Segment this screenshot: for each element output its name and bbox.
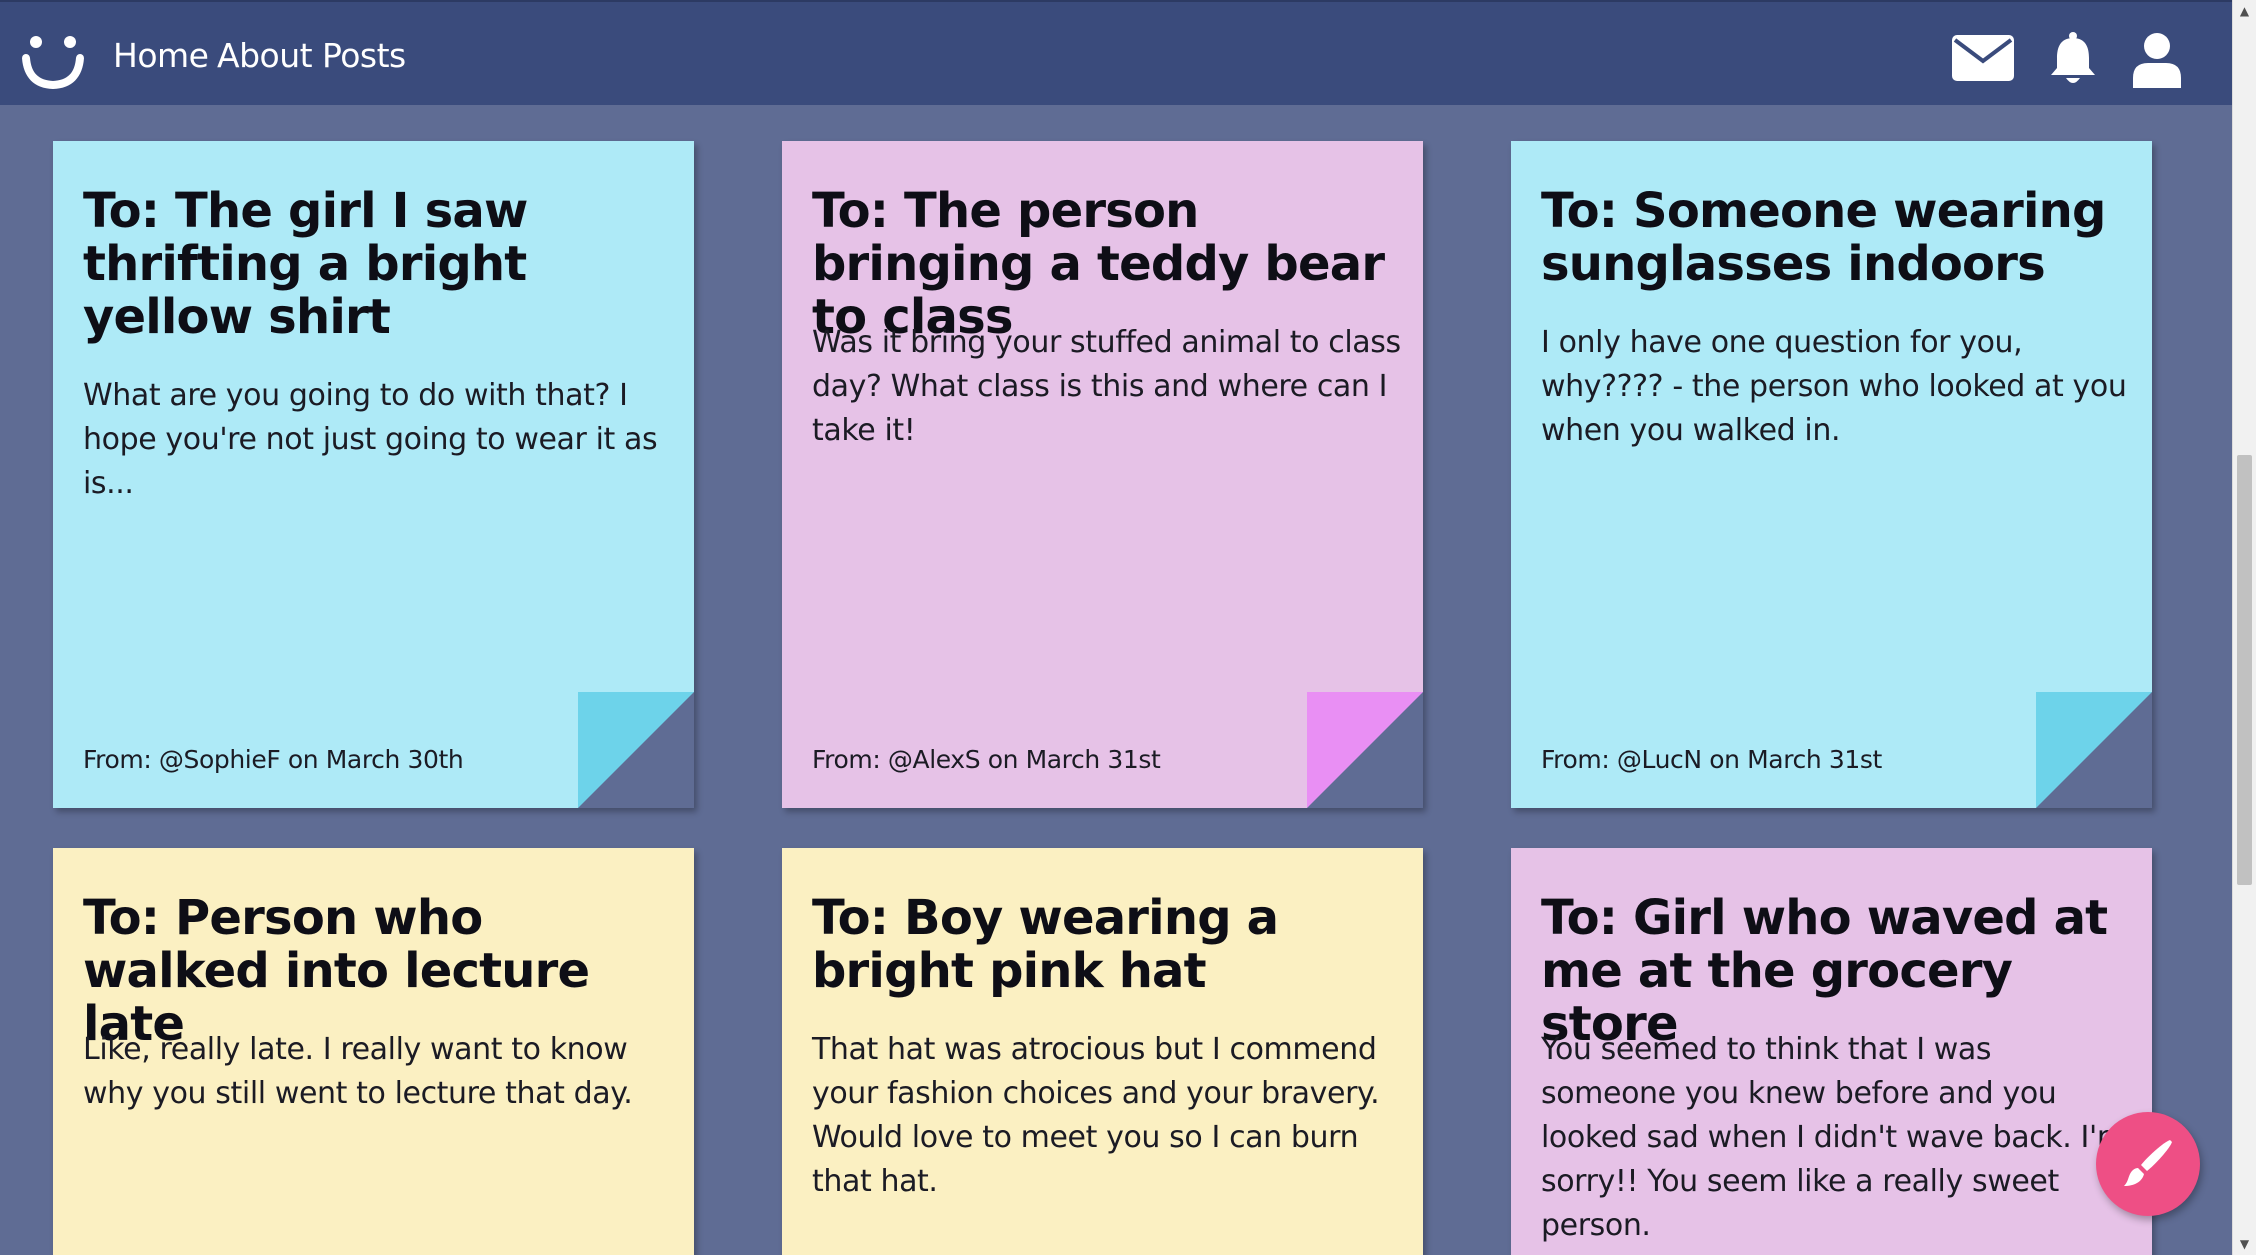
note-body: I only have one question for you, why???… <box>1541 325 2127 448</box>
page-fold-corner <box>1307 692 1423 808</box>
page-fold-corner <box>2036 692 2152 808</box>
note-author: From: @LucN on March 31st <box>1541 745 1882 774</box>
page-fold-corner <box>578 692 694 808</box>
page: Home About Posts To: The girl I saw thri… <box>0 0 2256 1255</box>
paintbrush-icon <box>2124 1140 2172 1186</box>
scroll-up-arrow-icon[interactable]: ▲ <box>2233 0 2256 22</box>
note-card[interactable]: To: Someone wearing sunglasses indoors I… <box>1511 141 2152 808</box>
note-card[interactable]: To: The person bringing a teddy bear to … <box>782 141 1423 808</box>
note-card[interactable]: To: Boy wearing a bright pink hat That h… <box>782 848 1423 1255</box>
note-author: From: @SophieF on March 30th <box>83 745 464 774</box>
scrollbar-thumb[interactable] <box>2237 455 2252 885</box>
note-card[interactable]: To: Girl who waved at me at the grocery … <box>1511 848 2152 1255</box>
scroll-down-arrow-icon[interactable]: ▼ <box>2233 1233 2256 1255</box>
note-author: From: @AlexS on March 31st <box>812 745 1161 774</box>
smiley-logo-icon[interactable] <box>20 30 86 90</box>
note-body: You seemed to think that I was someone y… <box>1541 1032 2126 1243</box>
note-title: To: The girl I saw thrifting a bright ye… <box>83 183 528 345</box>
user-icon[interactable] <box>2132 32 2182 88</box>
bell-icon[interactable] <box>2048 32 2098 86</box>
note-body: Was it bring your stuffed animal to clas… <box>812 325 1401 448</box>
note-card[interactable]: To: Person who walked into lecture late … <box>53 848 694 1255</box>
new-post-button[interactable] <box>2096 1112 2200 1216</box>
note-title: To: Boy wearing a bright pink hat <box>812 890 1279 999</box>
vertical-scrollbar[interactable]: ▲ ▼ <box>2232 0 2256 1255</box>
top-navbar: Home About Posts <box>0 0 2232 105</box>
nav-link-posts[interactable]: Posts <box>322 36 406 75</box>
nav-link-about[interactable]: About <box>217 36 313 75</box>
note-card[interactable]: To: The girl I saw thrifting a bright ye… <box>53 141 694 808</box>
note-body: Like, really late. I really want to know… <box>83 1032 633 1111</box>
note-body: What are you going to do with that? I ho… <box>83 378 658 501</box>
note-title: To: Someone wearing sunglasses indoors <box>1541 183 2106 292</box>
note-body: That hat was atrocious but I commend you… <box>812 1032 1380 1199</box>
nav-link-home[interactable]: Home <box>113 36 209 75</box>
mail-icon[interactable] <box>1952 35 2014 81</box>
